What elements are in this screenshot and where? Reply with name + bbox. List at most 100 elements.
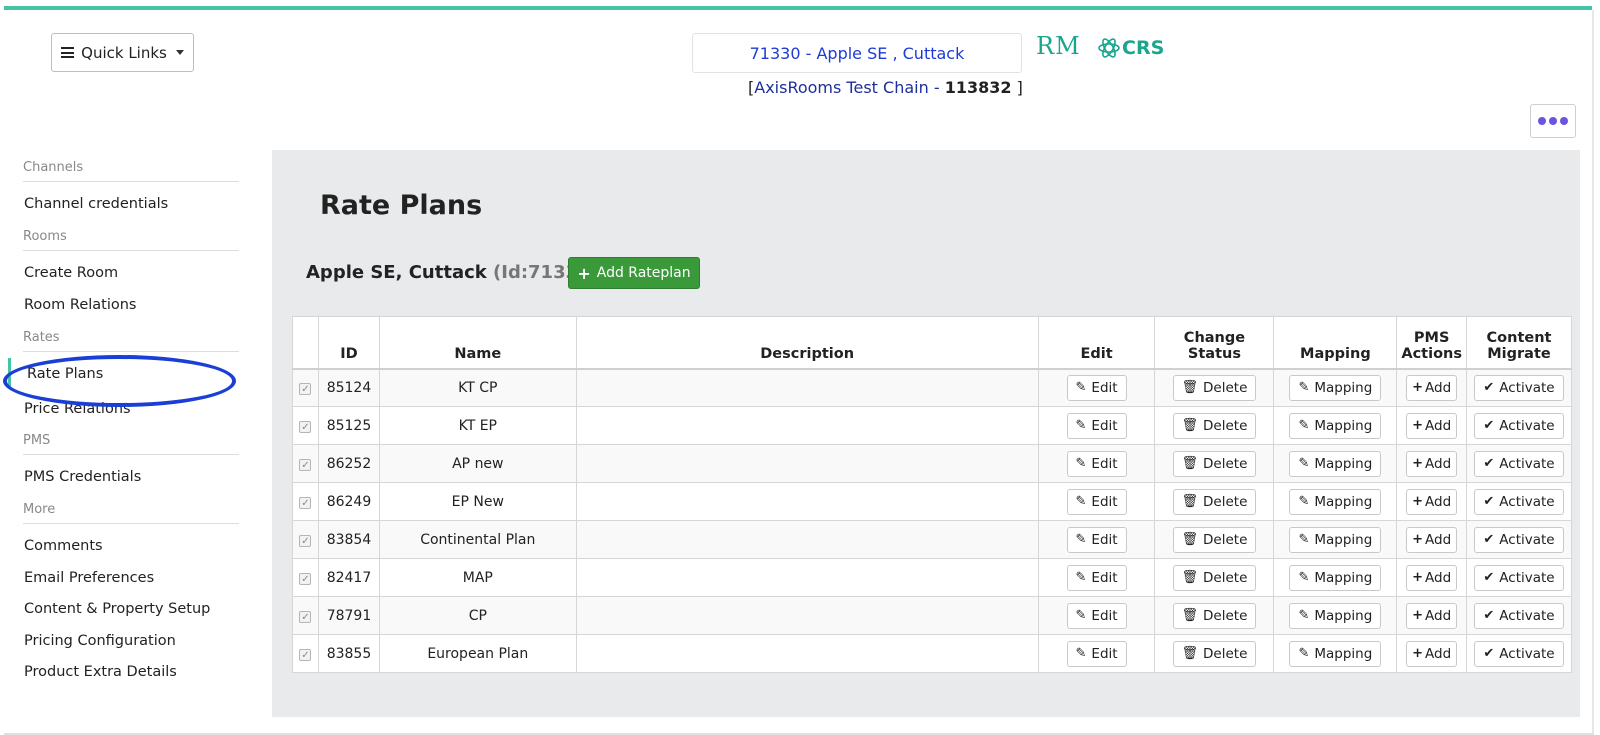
- delete-button[interactable]: 🗑 Delete: [1172, 602, 1257, 629]
- sidebar-item-pricing-configuration[interactable]: Pricing Configuration: [24, 633, 176, 649]
- header-pms-actions-line1: PMS: [1413, 329, 1450, 346]
- delete-button[interactable]: 🗑 Delete: [1172, 640, 1257, 667]
- activate-button[interactable]: ✔ Activate: [1474, 488, 1564, 515]
- sidebar-item-product-extra-details[interactable]: Product Extra Details: [24, 664, 177, 680]
- row-pms-cell: + Add: [1396, 482, 1467, 521]
- table-row: ✓ 82417 MAP ✎ Edit 🗑 Delete ✎ Mapping + Add ✔ Activa…: [292, 558, 1573, 597]
- quick-links-button[interactable]: Quick Links: [51, 33, 194, 72]
- pms-add-button[interactable]: + Add: [1406, 412, 1458, 439]
- check-icon: ✔: [1483, 570, 1495, 585]
- header-change-status-line1: Change: [1183, 329, 1246, 346]
- sidebar-item-pms-credentials[interactable]: PMS Credentials: [24, 469, 141, 485]
- row-id: 78791: [317, 596, 380, 635]
- mapping-button[interactable]: ✎ Mapping: [1289, 374, 1382, 401]
- edit-icon: ✎: [1075, 418, 1087, 433]
- add-rateplan-button[interactable]: + Add Rateplan: [568, 257, 700, 289]
- sidebar-item-create-room[interactable]: Create Room: [24, 265, 118, 281]
- activate-button[interactable]: ✔ Activate: [1474, 412, 1564, 439]
- pms-add-button[interactable]: + Add: [1406, 488, 1458, 515]
- plus-icon: +: [1412, 418, 1424, 433]
- mapping-button[interactable]: ✎ Mapping: [1289, 450, 1382, 477]
- sidebar-item-content-property-setup[interactable]: Content & Property Setup: [24, 601, 210, 617]
- row-checkbox[interactable]: ✓: [299, 534, 312, 547]
- activate-button[interactable]: ✔ Activate: [1474, 640, 1564, 667]
- pms-add-button[interactable]: + Add: [1406, 450, 1458, 477]
- delete-button[interactable]: 🗑 Delete: [1172, 412, 1257, 439]
- activate-button[interactable]: ✔ Activate: [1474, 526, 1564, 553]
- activate-label: Activate: [1499, 379, 1555, 396]
- delete-label: Delete: [1203, 493, 1248, 510]
- chain-name-link[interactable]: AxisRooms Test Chain: [754, 78, 928, 97]
- trash-icon: 🗑: [1181, 494, 1199, 509]
- check-icon: ✔: [1483, 380, 1495, 396]
- mapping-button[interactable]: ✎ Mapping: [1289, 640, 1382, 667]
- row-name: European Plan: [378, 634, 577, 673]
- row-checkbox[interactable]: ✓: [299, 572, 312, 585]
- trash-icon: 🗑: [1181, 456, 1199, 471]
- row-checkbox[interactable]: ✓: [299, 458, 312, 471]
- pms-add-button[interactable]: + Add: [1406, 526, 1458, 553]
- delete-button[interactable]: 🗑 Delete: [1172, 450, 1257, 477]
- edit-button[interactable]: ✎ Edit: [1066, 488, 1127, 515]
- delete-button[interactable]: 🗑 Delete: [1172, 488, 1257, 515]
- edit-button[interactable]: ✎ Edit: [1066, 602, 1127, 629]
- more-options-button[interactable]: [1530, 104, 1576, 138]
- delete-button[interactable]: 🗑 Delete: [1172, 374, 1257, 401]
- mapping-button[interactable]: ✎ Mapping: [1289, 564, 1382, 591]
- header-id: ID: [317, 316, 380, 370]
- row-checkbox[interactable]: ✓: [299, 496, 312, 509]
- pms-add-button[interactable]: + Add: [1406, 602, 1458, 629]
- sidebar-item-channel-credentials[interactable]: Channel credentials: [24, 196, 168, 212]
- delete-button[interactable]: 🗑 Delete: [1172, 564, 1257, 591]
- property-selector[interactable]: 71330 - Apple SE , Cuttack: [692, 33, 1022, 73]
- edit-button[interactable]: ✎ Edit: [1066, 564, 1127, 591]
- sidebar-section-rooms: Rooms: [23, 229, 239, 251]
- pms-add-button[interactable]: + Add: [1406, 640, 1458, 667]
- mapping-button[interactable]: ✎ Mapping: [1289, 412, 1382, 439]
- row-checkbox[interactable]: ✓: [299, 382, 312, 395]
- table-row: ✓ 85125 KT EP ✎ Edit 🗑 Delete ✎ Mapping + Add ✔ Acti…: [292, 406, 1573, 445]
- row-status-cell: 🗑 Delete: [1154, 444, 1275, 483]
- delete-button[interactable]: 🗑 Delete: [1172, 526, 1257, 553]
- mapping-button[interactable]: ✎ Mapping: [1289, 526, 1382, 553]
- activate-button[interactable]: ✔ Activate: [1474, 564, 1564, 591]
- row-checkbox[interactable]: ✓: [299, 610, 312, 623]
- row-description: [575, 520, 1039, 559]
- row-migrate-cell: ✔ Activate: [1465, 406, 1573, 445]
- row-mapping-cell: ✎ Mapping: [1273, 634, 1398, 673]
- row-checkbox[interactable]: ✓: [299, 648, 312, 661]
- more-dot-icon: [1538, 117, 1546, 125]
- row-edit-cell: ✎ Edit: [1037, 368, 1156, 407]
- edit-icon: ✎: [1298, 608, 1310, 623]
- row-edit-cell: ✎ Edit: [1037, 406, 1156, 445]
- crs-logo-text: CRS: [1122, 37, 1165, 59]
- mapping-label: Mapping: [1314, 417, 1373, 434]
- mapping-button[interactable]: ✎ Mapping: [1289, 602, 1382, 629]
- edit-button[interactable]: ✎ Edit: [1066, 450, 1127, 477]
- row-checkbox-cell: ✓: [292, 482, 319, 521]
- row-status-cell: 🗑 Delete: [1154, 558, 1275, 597]
- activate-button[interactable]: ✔ Activate: [1474, 450, 1564, 477]
- row-id: 83855: [317, 634, 380, 673]
- edit-button[interactable]: ✎ Edit: [1066, 412, 1127, 439]
- activate-button[interactable]: ✔ Activate: [1474, 602, 1564, 629]
- trash-icon: 🗑: [1181, 532, 1199, 547]
- row-pms-cell: + Add: [1396, 596, 1467, 635]
- sidebar-item-room-relations[interactable]: Room Relations: [24, 297, 137, 313]
- sidebar-item-email-preferences[interactable]: Email Preferences: [24, 570, 154, 586]
- sidebar-item-comments[interactable]: Comments: [24, 538, 103, 554]
- edit-button[interactable]: ✎ Edit: [1066, 526, 1127, 553]
- row-mapping-cell: ✎ Mapping: [1273, 368, 1398, 407]
- header-name: Name: [378, 316, 577, 370]
- table-row: ✓ 86249 EP New ✎ Edit 🗑 Delete ✎ Mapping + Add ✔ Act…: [292, 482, 1573, 521]
- row-checkbox-cell: ✓: [292, 444, 319, 483]
- crs-logo[interactable]: CRS: [1098, 37, 1164, 59]
- pms-add-button[interactable]: + Add: [1406, 564, 1458, 591]
- pms-add-button[interactable]: + Add: [1406, 374, 1458, 401]
- row-checkbox[interactable]: ✓: [299, 420, 312, 433]
- edit-button[interactable]: ✎ Edit: [1066, 640, 1127, 667]
- mapping-button[interactable]: ✎ Mapping: [1289, 488, 1382, 515]
- edit-button[interactable]: ✎ Edit: [1066, 374, 1127, 401]
- rm-logo[interactable]: RM: [1036, 32, 1081, 60]
- activate-button[interactable]: ✔ Activate: [1474, 374, 1564, 401]
